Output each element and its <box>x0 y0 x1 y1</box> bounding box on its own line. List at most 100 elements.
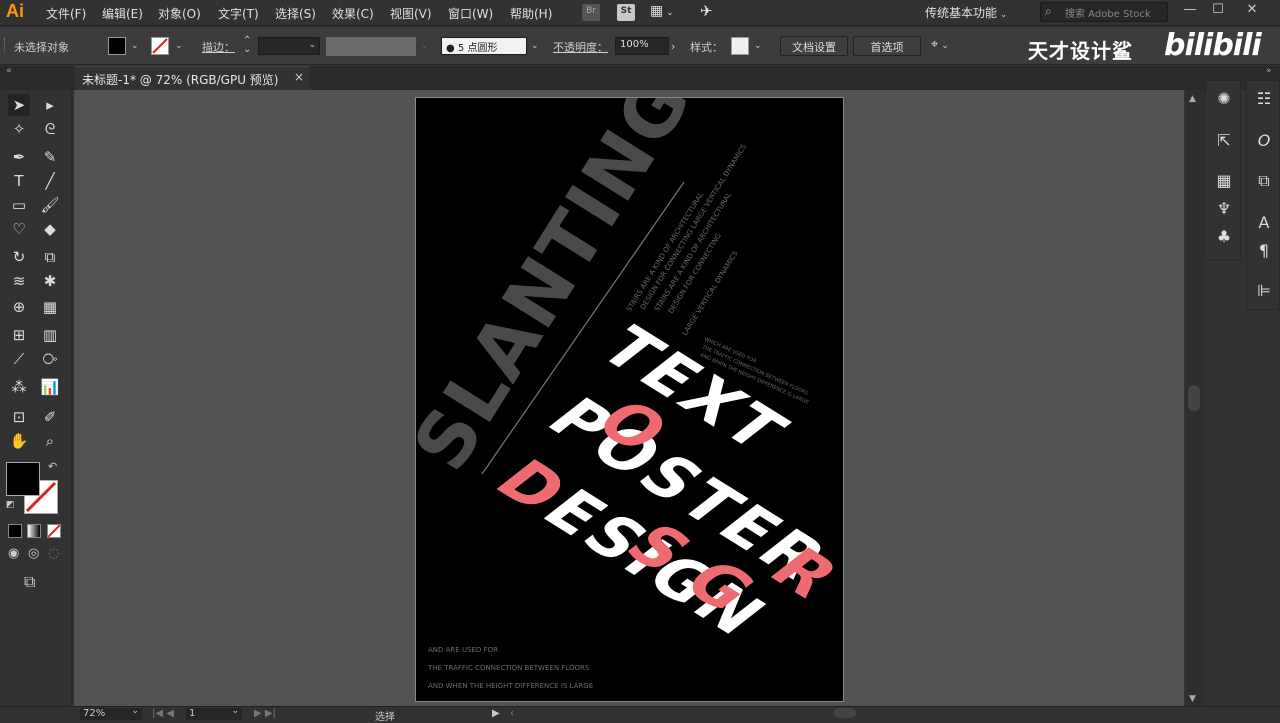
libraries-icon[interactable]: ▦ <box>1207 166 1241 196</box>
curvature-tool-icon[interactable]: ✎ <box>39 146 61 168</box>
stroke-swatch[interactable] <box>151 37 169 55</box>
opacity-input[interactable]: 100% <box>615 37 669 55</box>
brushes-icon[interactable]: ♆ <box>1207 194 1241 224</box>
type-tool-icon[interactable]: T <box>8 170 30 192</box>
rotate-tool-icon[interactable]: ↻ <box>8 246 30 268</box>
symbol-sprayer-tool-icon[interactable]: ⁂ <box>8 376 30 398</box>
color-theme-icon[interactable]: ✺ <box>1207 84 1241 114</box>
opacity-label[interactable]: 不透明度： <box>553 39 608 55</box>
none-mode-icon[interactable] <box>47 524 61 538</box>
hand-tool-icon[interactable]: ✋ <box>8 430 30 452</box>
menu-file[interactable]: 文件(F) <box>46 5 86 22</box>
document-setup-button[interactable]: 文档设置 <box>780 36 848 56</box>
stroke-weight-input[interactable]: ⌄ <box>258 37 320 55</box>
default-colors-icon[interactable]: ◩ <box>6 500 15 510</box>
first-artboard-icon[interactable]: |◀ ◀ <box>152 708 174 719</box>
stock-button[interactable]: St <box>617 4 635 21</box>
menu-object[interactable]: 对象(O) <box>158 5 201 22</box>
opentype-icon[interactable]: O <box>1247 126 1280 156</box>
bridge-button[interactable]: Br <box>582 4 600 21</box>
variable-width-profile[interactable] <box>326 37 416 56</box>
vertical-scroll-thumb[interactable] <box>1188 385 1200 411</box>
column-graph-tool-icon[interactable]: 📊 <box>39 376 61 398</box>
export-icon[interactable]: ⇱ <box>1207 126 1241 156</box>
line-tool-icon[interactable]: ╱ <box>39 170 61 192</box>
paintbrush-tool-icon[interactable]: 🖌 <box>39 194 61 216</box>
puppet-warp-tool-icon[interactable]: ✱ <box>39 270 61 292</box>
gradient-mode-icon[interactable] <box>27 524 41 538</box>
slice-tool-icon[interactable]: ✐ <box>39 406 61 428</box>
stroke-label[interactable]: 描边： <box>202 39 235 55</box>
horizontal-scroll-thumb[interactable] <box>834 708 856 718</box>
minimize-button[interactable]: — <box>1178 2 1202 20</box>
style-dropdown-icon[interactable]: ⌄ <box>754 41 762 51</box>
character-icon[interactable]: A <box>1247 208 1280 238</box>
artboard-number[interactable]: 1 ⌄ <box>186 706 242 720</box>
menu-window[interactable]: 窗口(W) <box>448 5 493 22</box>
brush-dropdown-icon[interactable]: ⌄ <box>531 41 539 51</box>
zoom-tool-icon[interactable]: ⌕ <box>39 430 61 452</box>
close-tab-icon[interactable]: × <box>294 70 304 84</box>
arrange-documents-icon[interactable]: ▦ ⌄ <box>650 3 674 19</box>
draw-behind-icon[interactable]: ◎ <box>28 546 39 561</box>
align-options-icon[interactable]: ⌖ ⌄ <box>931 37 949 52</box>
swap-fill-stroke-icon[interactable]: ↶ <box>48 460 57 473</box>
scroll-down-icon[interactable]: ▼ <box>1189 694 1196 704</box>
status-mode[interactable]: 选择 <box>375 708 395 723</box>
stroke-dropdown-icon[interactable]: ⌄ <box>175 41 183 51</box>
properties-icon[interactable]: ☷ <box>1247 84 1280 114</box>
fill-color-front[interactable] <box>6 462 40 496</box>
fill-dropdown-icon[interactable]: ⌄ <box>131 41 139 51</box>
zoom-level[interactable]: 72% ⌄ <box>80 706 142 720</box>
fill-swatch[interactable] <box>108 37 126 55</box>
workspace-switcher[interactable]: 传统基本功能 ⌄ <box>925 4 1007 21</box>
search-stock-input[interactable]: ⌕ 搜索 Adobe Stock <box>1040 2 1168 22</box>
eyedropper-tool-icon[interactable]: ⟋ <box>8 348 30 370</box>
graphic-style-swatch[interactable] <box>731 37 749 55</box>
blend-tool-icon[interactable]: ⧂ <box>39 348 61 370</box>
next-artboard-icon[interactable]: ▶ ▶| <box>254 708 276 719</box>
collapse-toolbar-icon[interactable]: « <box>6 66 12 76</box>
direct-selection-tool-icon[interactable]: ▸ <box>39 94 61 116</box>
shaper-tool-icon[interactable]: ♡ <box>8 218 30 240</box>
screen-mode-icon[interactable]: ⧉ <box>24 572 35 592</box>
menu-edit[interactable]: 编辑(E) <box>102 5 143 22</box>
gpu-performance-icon[interactable]: ✈ <box>700 2 713 20</box>
draw-normal-icon[interactable]: ◉ <box>8 546 19 561</box>
lasso-tool-icon[interactable]: ᘓ <box>39 118 61 140</box>
status-menu-icon[interactable]: ▶ <box>492 708 500 719</box>
color-mode-icon[interactable] <box>8 524 22 538</box>
shape-builder-tool-icon[interactable]: ⊕ <box>8 296 30 318</box>
transform-icon[interactable]: ⧉ <box>1247 166 1280 196</box>
opacity-arrow-icon[interactable]: › <box>671 40 675 53</box>
paragraph-icon[interactable]: ¶ <box>1247 236 1280 266</box>
perspective-grid-tool-icon[interactable]: ▦ <box>39 296 61 318</box>
symbols-icon[interactable]: ♣ <box>1207 222 1241 252</box>
align-icon[interactable]: ⊫ <box>1247 276 1280 306</box>
menu-help[interactable]: 帮助(H) <box>510 5 552 22</box>
rectangle-tool-icon[interactable]: ▭ <box>8 194 30 216</box>
profile-dropdown-icon[interactable]: ⌄ <box>421 41 429 51</box>
scroll-left-icon[interactable]: ‹ <box>510 708 514 719</box>
menu-view[interactable]: 视图(V) <box>390 5 432 22</box>
draw-inside-icon[interactable]: ◌ <box>48 546 59 561</box>
stroke-weight-stepper[interactable]: ⌃ ⌄ <box>243 36 251 55</box>
menu-effect[interactable]: 效果(C) <box>332 5 374 22</box>
artboard-tool-icon[interactable]: ⊡ <box>8 406 30 428</box>
menu-type[interactable]: 文字(T) <box>218 5 259 22</box>
selection-tool-icon[interactable]: ➤ <box>8 94 30 116</box>
menu-select[interactable]: 选择(S) <box>275 5 316 22</box>
close-window-button[interactable]: ✕ <box>1240 2 1264 20</box>
collapse-panels-icon[interactable]: » <box>1266 66 1272 76</box>
gradient-tool-icon[interactable]: ▥ <box>39 324 61 346</box>
eraser-tool-icon[interactable]: ◆ <box>39 218 61 240</box>
scroll-up-icon[interactable]: ▲ <box>1189 94 1196 104</box>
artboard[interactable]: SLANTING STAIRS ARE A KIND OF ARCHITECTU… <box>415 97 844 702</box>
scale-tool-icon[interactable]: ⧉ <box>39 246 61 268</box>
pen-tool-icon[interactable]: ✒ <box>8 146 30 168</box>
width-tool-icon[interactable]: ≋ <box>8 270 30 292</box>
maximize-button[interactable]: ☐ <box>1206 2 1230 20</box>
preferences-button[interactable]: 首选项 <box>853 36 921 56</box>
mesh-tool-icon[interactable]: ⊞ <box>8 324 30 346</box>
magic-wand-tool-icon[interactable]: ✧ <box>8 118 30 140</box>
